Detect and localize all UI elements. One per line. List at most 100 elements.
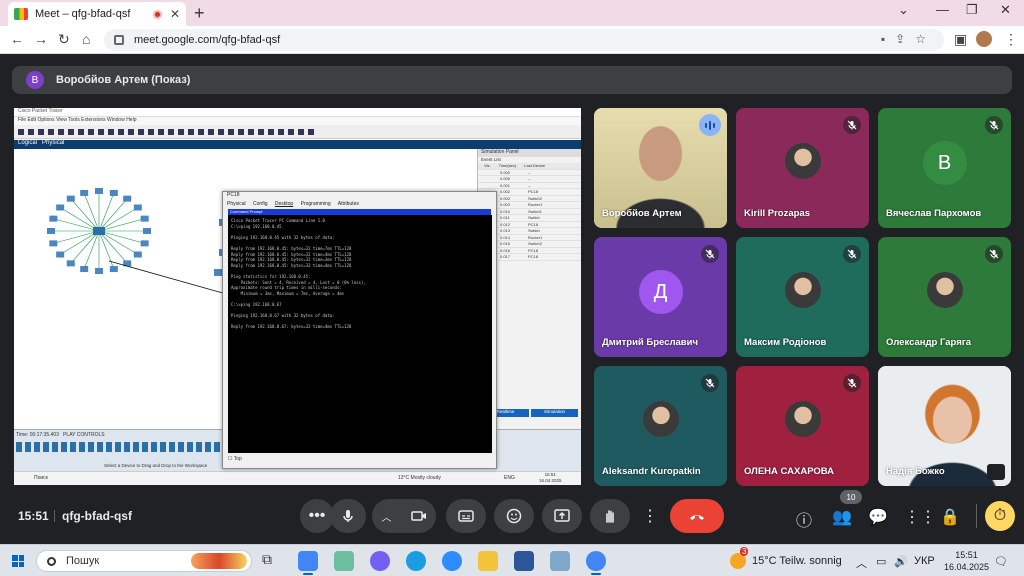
toolbar-tool-icon[interactable] xyxy=(298,129,304,135)
packet-tracer-taskbar-icon[interactable] xyxy=(550,551,570,571)
pc-device[interactable] xyxy=(49,240,58,247)
emoji-button[interactable] xyxy=(494,499,534,533)
browser-tab-meet[interactable]: Meet – qfg-bfad-qsf ✕ xyxy=(8,2,186,26)
cmd-output[interactable]: Cisco Packet Tracer PC Command Line 1.0 C… xyxy=(228,215,492,453)
task-view-icon[interactable]: ⧉ xyxy=(262,551,282,571)
participant-tile[interactable]: Надія Божко xyxy=(878,366,1011,486)
participant-tile[interactable]: B Вячеслав Пархомов xyxy=(878,108,1011,228)
toolbar-tool-icon[interactable] xyxy=(38,129,44,135)
tab-search-button[interactable]: ⌄ xyxy=(898,2,909,18)
picture-in-picture-icon[interactable] xyxy=(987,464,1005,480)
taskbar-search[interactable]: Пошук xyxy=(36,550,252,572)
toolbar-tool-icon[interactable] xyxy=(68,129,74,135)
pc-device[interactable] xyxy=(56,251,65,258)
people-icon[interactable]: 👥 xyxy=(832,507,852,527)
pc-tab[interactable]: Programming xyxy=(301,201,331,207)
participant-tile[interactable]: Воробйов Артем xyxy=(594,108,727,228)
pc-device[interactable] xyxy=(95,268,103,274)
volume-icon[interactable]: 🔊 xyxy=(894,555,908,568)
simulation-button[interactable]: Simulation xyxy=(531,409,578,417)
toolbar-tool-icon[interactable] xyxy=(258,129,264,135)
close-tab-icon[interactable]: ✕ xyxy=(170,7,180,21)
close-window-button[interactable]: ✕ xyxy=(1000,2,1011,18)
file-explorer-icon[interactable] xyxy=(478,551,498,571)
pc-device[interactable] xyxy=(109,189,118,196)
menu-icon[interactable]: ⋮ xyxy=(1004,31,1018,48)
toolbar-tool-icon[interactable] xyxy=(108,129,114,135)
pc-tab[interactable]: Physical xyxy=(227,201,246,207)
pc-device[interactable] xyxy=(133,251,142,258)
participant-tile[interactable]: Олександр Гаряга xyxy=(878,237,1011,357)
home-button[interactable]: ⌂ xyxy=(82,31,90,47)
pc-device[interactable] xyxy=(49,215,58,222)
toolbar-tool-icon[interactable] xyxy=(18,129,24,135)
site-info-icon[interactable] xyxy=(114,35,124,45)
switch-device[interactable] xyxy=(93,227,105,235)
toolbar-tool-icon[interactable] xyxy=(218,129,224,135)
sidebar-icon[interactable]: ▣ xyxy=(954,31,967,48)
camera-button[interactable]: ︿ xyxy=(372,499,436,533)
present-button[interactable] xyxy=(542,499,582,533)
pc-tab[interactable]: Attributes xyxy=(338,201,359,207)
activities-icon[interactable]: ⋮⋮ xyxy=(904,507,936,527)
pc-device[interactable] xyxy=(95,188,103,194)
chat-icon[interactable]: 💬 xyxy=(868,507,888,527)
pc-device[interactable] xyxy=(56,204,65,211)
back-button[interactable]: ← xyxy=(10,31,24,47)
pc-tab[interactable]: Desktop xyxy=(275,201,293,207)
toolbar-tool-icon[interactable] xyxy=(118,129,124,135)
toolbar-tool-icon[interactable] xyxy=(138,129,144,135)
more-reactions-button[interactable]: ••• xyxy=(300,499,334,533)
chevron-up-icon[interactable]: ︿ xyxy=(382,509,392,524)
toolbar-tool-icon[interactable] xyxy=(78,129,84,135)
captions-button[interactable] xyxy=(446,499,486,533)
viber-taskbar-icon[interactable] xyxy=(370,551,390,571)
host-controls-icon[interactable]: 🔒 xyxy=(940,507,960,527)
minimize-button[interactable]: — xyxy=(936,2,949,17)
toolbar-tool-icon[interactable] xyxy=(308,129,314,135)
toolbar-tool-icon[interactable] xyxy=(158,129,164,135)
microphone-button[interactable] xyxy=(330,499,366,533)
toolbar-tool-icon[interactable] xyxy=(28,129,34,135)
toolbar-tool-icon[interactable] xyxy=(128,129,134,135)
pc-device[interactable] xyxy=(47,228,55,234)
pc-device[interactable] xyxy=(140,215,149,222)
zoom-taskbar-icon[interactable] xyxy=(442,551,462,571)
pc-command-window[interactable]: PC18 Physical Config Desktop Programming… xyxy=(222,191,497,469)
pc-device[interactable] xyxy=(143,228,151,234)
pc-device[interactable] xyxy=(66,260,75,267)
toolbar-tool-icon[interactable] xyxy=(88,129,94,135)
pc-device[interactable] xyxy=(123,195,132,202)
more-options-button[interactable]: ⋮ xyxy=(638,499,662,533)
toolbar-tool-icon[interactable] xyxy=(208,129,214,135)
pc-device[interactable] xyxy=(109,266,118,273)
info-icon[interactable]: ⓘ xyxy=(796,507,812,531)
participant-tile[interactable]: Kirill Prozapas xyxy=(736,108,869,228)
toolbar-tool-icon[interactable] xyxy=(48,129,54,135)
windows-start-icon[interactable] xyxy=(12,555,24,567)
forward-button[interactable]: → xyxy=(34,31,48,47)
participant-tile[interactable]: Д Дмитрий Бреславич xyxy=(594,237,727,357)
toolbar-tool-icon[interactable] xyxy=(278,129,284,135)
edge-taskbar-icon[interactable] xyxy=(406,551,426,571)
chrome-taskbar-icon[interactable] xyxy=(298,551,318,575)
app-taskbar-icon[interactable] xyxy=(334,551,354,571)
tray-chevron-icon[interactable]: ︿ xyxy=(856,555,867,571)
toolbar-tool-icon[interactable] xyxy=(198,129,204,135)
leave-call-button[interactable] xyxy=(670,499,724,533)
pc-device[interactable] xyxy=(66,195,75,202)
timer-icon[interactable]: ⏱ xyxy=(985,501,1015,531)
pc-tab[interactable]: Config xyxy=(253,201,267,207)
toolbar-tool-icon[interactable] xyxy=(238,129,244,135)
toolbar-tool-icon[interactable] xyxy=(58,129,64,135)
chrome-taskbar-icon[interactable] xyxy=(586,551,606,575)
network-icon[interactable]: ▭ xyxy=(876,555,886,568)
toolbar-tool-icon[interactable] xyxy=(228,129,234,135)
reload-button[interactable]: ↻ xyxy=(58,31,70,48)
toolbar-tool-icon[interactable] xyxy=(98,129,104,135)
toolbar-tool-icon[interactable] xyxy=(248,129,254,135)
toolbar-tool-icon[interactable] xyxy=(268,129,274,135)
shared-screen[interactable]: Cisco Packet Tracer File Edit Options Vi… xyxy=(14,108,581,485)
weather-text[interactable]: 15°C Teilw. sonnig xyxy=(752,555,842,567)
profile-avatar[interactable] xyxy=(976,31,992,47)
